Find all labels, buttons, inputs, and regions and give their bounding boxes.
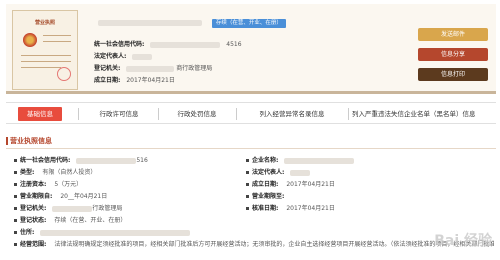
detail-address: 住所: bbox=[14, 228, 191, 238]
redacted-value bbox=[132, 53, 153, 60]
detail-period-to: 营业期限至: bbox=[246, 192, 284, 202]
bullet-icon bbox=[14, 171, 17, 174]
detail-authority: 登记机关: 行政管理局 bbox=[14, 204, 122, 214]
bullet-icon bbox=[246, 195, 249, 198]
detail-value: 5（万元） bbox=[54, 181, 83, 188]
tab-separator bbox=[78, 108, 79, 120]
redacted-company-name bbox=[98, 19, 202, 26]
detail-label: 住所: bbox=[20, 229, 35, 236]
tab-separator bbox=[348, 108, 349, 120]
license-line bbox=[21, 55, 71, 56]
section-title: 营业执照信息 bbox=[10, 137, 52, 145]
detail-label: 登记机关: bbox=[20, 205, 47, 212]
baidu-watermark: Bai 经验 bbox=[434, 233, 492, 249]
bullet-icon bbox=[14, 195, 17, 198]
section-marker bbox=[6, 137, 8, 145]
legal-rep-label: 法定代表人: bbox=[94, 53, 127, 60]
tab-separator bbox=[236, 108, 237, 120]
redacted-value bbox=[40, 229, 191, 236]
bullet-icon bbox=[14, 219, 17, 222]
detail-period-from: 营业期限自: 20__年04月21日 bbox=[14, 192, 107, 202]
authority-row: 登记机关: 商行政管理局 bbox=[94, 64, 212, 74]
redacted-value bbox=[290, 169, 311, 176]
detail-value: 2017年04月21日 bbox=[286, 205, 335, 212]
tab-admin-penalty[interactable]: 行政处罚信息 bbox=[164, 107, 230, 121]
tab-admin-license[interactable]: 行政许可信息 bbox=[86, 107, 152, 121]
credit-code-row: 统一社会信用代码: 4516 bbox=[94, 40, 242, 50]
license-line bbox=[21, 61, 71, 62]
detail-reg-status: 登记状态: 存续（在营、开业、在册） bbox=[14, 216, 126, 226]
established-value: 2017年04月21日 bbox=[126, 77, 175, 84]
bullet-icon bbox=[246, 183, 249, 186]
print-info-button[interactable]: 信息打印 bbox=[418, 68, 488, 81]
detail-label: 法定代表人: bbox=[252, 169, 285, 176]
legal-rep-row: 法定代表人: bbox=[94, 52, 153, 62]
detail-label: 统一社会信用代码: bbox=[20, 157, 71, 164]
redacted-value bbox=[150, 41, 221, 48]
detail-legal-rep: 法定代表人: bbox=[246, 168, 311, 178]
detail-scope: 经营范围: 法律法规明确规定须经批准的项目，经相关部门批准后方可开展经营活动；无… bbox=[14, 240, 494, 250]
redacted-value bbox=[126, 65, 175, 72]
section-divider bbox=[6, 148, 496, 149]
detail-value: 516 bbox=[136, 157, 148, 164]
detail-value: 20__年04月21日 bbox=[60, 193, 108, 200]
detail-label: 企业名称: bbox=[252, 157, 279, 164]
bullet-icon bbox=[14, 207, 17, 210]
bullet-icon bbox=[246, 207, 249, 210]
tab-abnormal-list[interactable]: 列入经营异常名录信息 bbox=[242, 107, 342, 121]
credit-code-value: 4516 bbox=[226, 41, 242, 48]
bullet-icon bbox=[246, 171, 249, 174]
tab-separator bbox=[158, 108, 159, 120]
detail-value: 2017年04月21日 bbox=[286, 181, 335, 188]
detail-label: 核准日期: bbox=[252, 205, 279, 212]
authority-value: 商行政管理局 bbox=[176, 65, 213, 72]
established-label: 成立日期: bbox=[94, 77, 121, 84]
detail-credit-code: 统一社会信用代码: 516 bbox=[14, 156, 148, 166]
tab-blacklist[interactable]: 列入严重违法失信企业名单（黑名单）信息 bbox=[352, 107, 496, 121]
business-license-thumbnail[interactable]: 营业执照 bbox=[12, 10, 78, 90]
detail-label: 经营范围: bbox=[20, 241, 47, 248]
detail-label: 注册资本: bbox=[20, 181, 47, 188]
bullet-icon bbox=[14, 159, 17, 162]
detail-value: 法律法规明确规定须经批准的项目，经相关部门批准后方可开展经营活动；无须审批的，企… bbox=[54, 241, 494, 248]
detail-label: 成立日期: bbox=[252, 181, 279, 188]
detail-label: 营业期限至: bbox=[252, 193, 285, 200]
detail-label: 登记状态: bbox=[20, 217, 47, 224]
detail-capital: 注册资本: 5（万元） bbox=[14, 180, 82, 190]
official-seal-icon bbox=[57, 67, 71, 81]
authority-label: 登记机关: bbox=[94, 65, 121, 72]
status-badge: 存续（在营、开业、在册） bbox=[211, 19, 286, 28]
detail-type: 类型: 有限（自然人投资） bbox=[14, 168, 96, 178]
detail-company-name: 企业名称: bbox=[246, 156, 355, 166]
bullet-icon bbox=[14, 183, 17, 186]
credit-code-label: 统一社会信用代码: bbox=[94, 41, 145, 48]
detail-established: 成立日期: 2017年04月21日 bbox=[246, 180, 335, 190]
detail-label: 营业期限自: bbox=[20, 193, 53, 200]
share-info-button[interactable]: 信息分享 bbox=[418, 48, 488, 61]
detail-approval-date: 核准日期: 2017年04月21日 bbox=[246, 204, 335, 214]
company-summary-card: 营业执照 存续（在营、开业、在册） 统一社会信用代码: 4516 法定代表人: … bbox=[6, 4, 496, 94]
bullet-icon bbox=[14, 243, 17, 246]
info-tabs: 基础信息 行政许可信息 行政处罚信息 列入经营异常名录信息 列入严重违法失信企业… bbox=[6, 102, 496, 124]
license-line bbox=[43, 35, 71, 36]
page: 营业执照 存续（在营、开业、在册） 统一社会信用代码: 4516 法定代表人: … bbox=[0, 0, 500, 260]
license-line bbox=[21, 67, 61, 68]
redacted-value bbox=[52, 205, 93, 212]
detail-value: 存续（在营、开业、在册） bbox=[54, 217, 127, 224]
redacted-value bbox=[76, 157, 137, 164]
detail-value: 有限（自然人投资） bbox=[42, 169, 97, 176]
tab-basic-info[interactable]: 基础信息 bbox=[18, 107, 62, 121]
national-emblem-icon bbox=[23, 33, 37, 47]
detail-label: 类型: bbox=[20, 169, 35, 176]
detail-value: 行政管理局 bbox=[92, 205, 123, 212]
license-title: 营业执照 bbox=[34, 20, 55, 26]
established-row: 成立日期: 2017年04月21日 bbox=[94, 76, 175, 86]
company-name-row: 存续（在营、开业、在册） bbox=[94, 18, 286, 28]
bullet-icon bbox=[246, 159, 249, 162]
bullet-icon bbox=[14, 231, 17, 234]
send-email-button[interactable]: 发送邮件 bbox=[418, 28, 488, 41]
redacted-value bbox=[284, 157, 355, 164]
license-line bbox=[43, 41, 71, 42]
